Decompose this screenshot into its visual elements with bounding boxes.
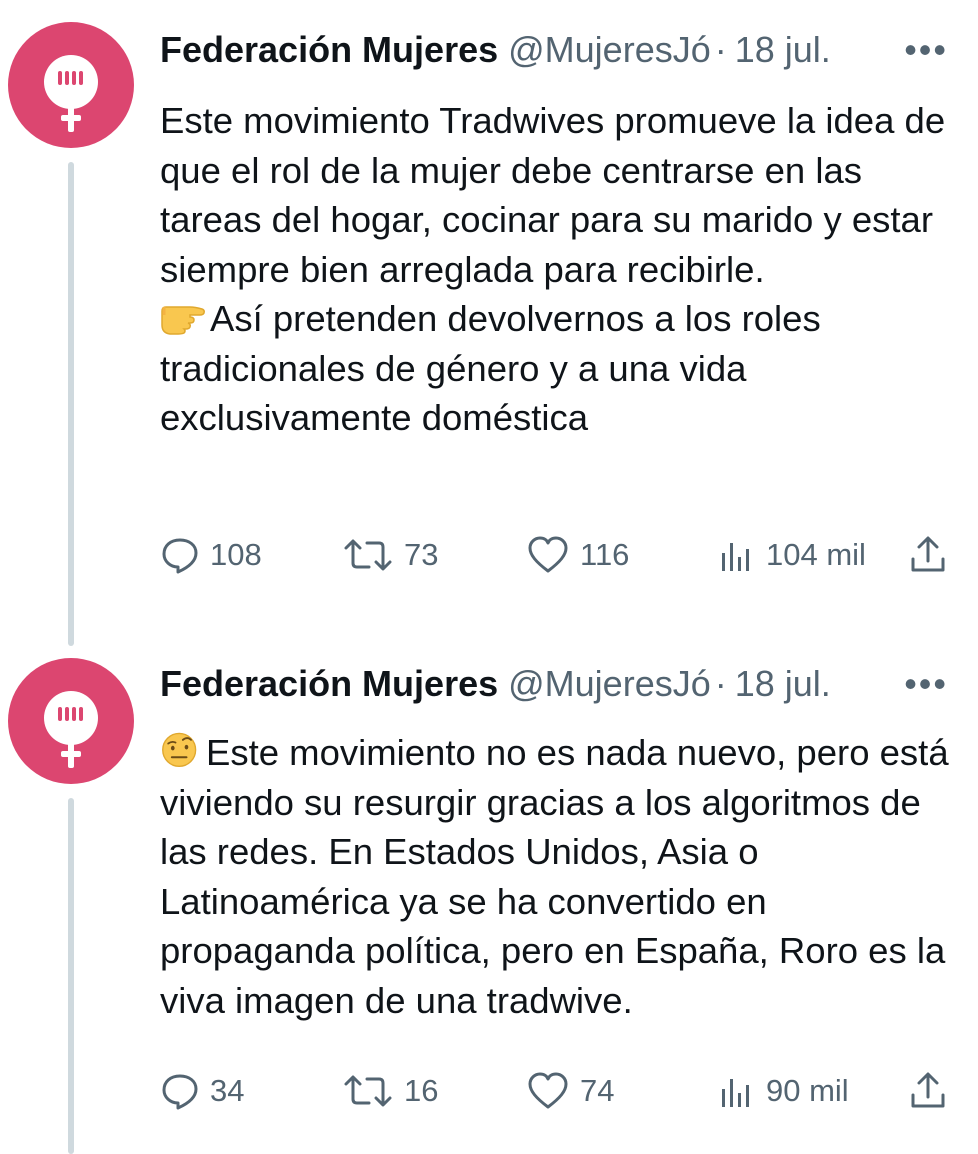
like-button[interactable]: 116	[526, 530, 629, 580]
tweet-paragraph: Este movimiento Tradwives promueve la id…	[160, 100, 946, 290]
reply-count: 108	[210, 537, 262, 572]
share-icon	[911, 1072, 945, 1108]
tweet-header: Federación Mujeres @MujeresJó · 18 jul. •••	[160, 662, 948, 706]
thread-line	[68, 162, 74, 646]
views-button[interactable]: 104 mil	[716, 530, 866, 580]
heart-icon	[528, 536, 568, 573]
views-chart-icon	[722, 543, 749, 571]
avatar[interactable]	[8, 658, 134, 784]
repost-count: 73	[404, 537, 439, 572]
thread-line	[68, 798, 74, 1154]
more-options-icon[interactable]: •••	[904, 662, 948, 706]
like-count: 116	[580, 537, 630, 572]
tweet-header: Federación Mujeres @MujeresJó · 18 jul. •••	[160, 28, 948, 72]
share-button[interactable]	[908, 530, 948, 580]
tweet-text: Este movimiento no es nada nuevo, pero e…	[160, 728, 950, 1025]
repost-count: 16	[404, 1073, 439, 1108]
reply-icon	[162, 1074, 198, 1110]
tweet[interactable]: Federación Mujeres @MujeresJó · 18 jul. •••…	[0, 0, 978, 646]
female-symbol-icon	[44, 691, 98, 768]
pointing-right-hand-icon	[161, 306, 205, 335]
tweet-paragraph-text: Este movimiento no es nada nuevo, pero e…	[160, 732, 949, 1021]
avatar[interactable]	[8, 22, 134, 148]
tweet-text: Este movimiento Tradwives promueve la id…	[160, 96, 950, 443]
views-count: 104 mil	[766, 537, 866, 572]
author-name[interactable]: Federación Mujeres	[160, 663, 498, 704]
share-button[interactable]	[908, 1066, 948, 1116]
reply-count: 34	[210, 1073, 245, 1108]
tweet[interactable]: Federación Mujeres @MujeresJó · 18 jul. •••…	[0, 640, 978, 1154]
raised-eyebrow-face-icon	[162, 732, 197, 768]
like-count: 74	[580, 1073, 615, 1108]
tweet-date[interactable]: 18 jul.	[735, 29, 831, 70]
author-handle[interactable]: @MujeresJó	[508, 28, 711, 72]
repost-icon	[344, 1075, 392, 1107]
repost-button[interactable]: 73	[342, 530, 438, 580]
reply-button[interactable]: 34	[160, 1066, 244, 1116]
repost-button[interactable]: 16	[342, 1066, 438, 1116]
tweet-actions: 34 16 74 90 mil	[160, 1066, 948, 1116]
like-button[interactable]: 74	[526, 1066, 614, 1116]
tweet-paragraph-with-emoji: Así pretenden devolvernos a los roles tr…	[160, 294, 950, 443]
tweet-actions: 108 73 116 104 mil	[160, 530, 948, 580]
views-chart-icon	[722, 1079, 749, 1107]
more-options-icon[interactable]: •••	[904, 28, 948, 72]
repost-icon	[344, 539, 392, 571]
share-icon	[911, 536, 945, 572]
reply-button[interactable]: 108	[160, 530, 262, 580]
tweet-date[interactable]: 18 jul.	[735, 663, 831, 704]
heart-icon	[528, 1072, 568, 1109]
tweet-paragraph-text: Así pretenden devolvernos a los roles tr…	[160, 298, 821, 438]
author-name[interactable]: Federación Mujeres	[160, 29, 498, 70]
female-symbol-icon	[44, 55, 98, 132]
reply-icon	[162, 538, 198, 574]
author-handle[interactable]: @MujeresJó	[508, 662, 711, 706]
separator: ·	[714, 663, 727, 704]
tweet-paragraph-with-emoji: Este movimiento no es nada nuevo, pero e…	[160, 728, 950, 1025]
views-button[interactable]: 90 mil	[716, 1066, 849, 1116]
views-count: 90 mil	[766, 1073, 849, 1108]
separator: ·	[714, 29, 727, 70]
